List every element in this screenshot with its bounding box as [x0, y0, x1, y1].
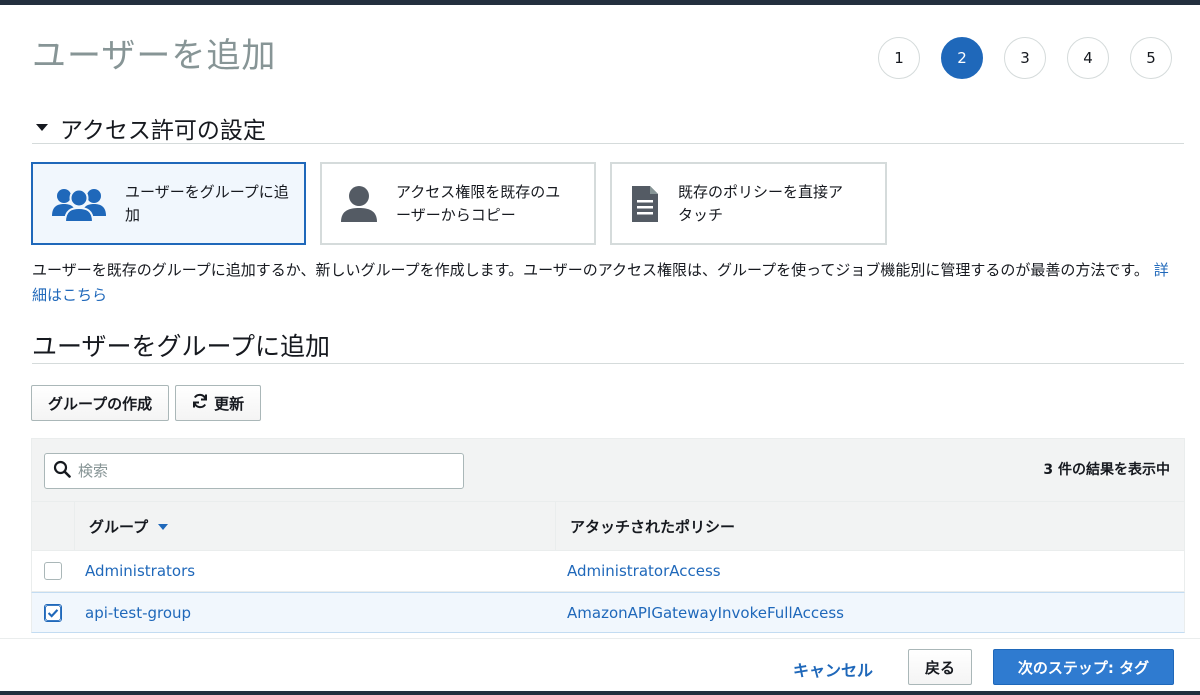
user-icon — [340, 184, 378, 224]
bottom-bar — [0, 691, 1200, 695]
back-button[interactable]: 戻る — [908, 649, 973, 685]
description-text: ユーザーを既存のグループに追加するか、新しいグループを作成します。ユーザーのアク… — [32, 261, 1149, 279]
column-header-policy[interactable]: アタッチされたポリシー — [555, 502, 1184, 550]
permissions-section-title: アクセス許可の設定 — [60, 117, 266, 144]
step-1[interactable]: 1 — [878, 37, 920, 79]
search-icon — [53, 460, 71, 482]
group-name-link[interactable]: Administrators — [74, 562, 555, 580]
option-copy-from-user[interactable]: アクセス権限を既存のユ ーザーからコピー — [320, 162, 596, 245]
permission-options: ユーザーをグループに追 加 アクセス権限を既存のユ ーザーからコピー 既存のポリ… — [31, 162, 887, 245]
option-label: ーザーからコピー — [396, 205, 516, 224]
option-attach-policy[interactable]: 既存のポリシーを直接ア タッチ — [610, 162, 887, 245]
permissions-section-header[interactable]: アクセス許可の設定 — [32, 112, 1184, 144]
search-input[interactable] — [76, 461, 456, 481]
step-3[interactable]: 3 — [1004, 37, 1046, 79]
wizard-stepper: 1 2 3 4 5 — [878, 37, 1172, 79]
sort-desc-icon[interactable] — [158, 524, 169, 530]
policy-link[interactable]: AdministratorAccess — [555, 562, 1184, 580]
table-row[interactable]: Administrators AdministratorAccess — [31, 551, 1185, 592]
search-box[interactable] — [44, 453, 464, 489]
cancel-button[interactable]: キャンセル — [793, 657, 873, 681]
option-label: 既存のポリシーを直接ア — [678, 182, 844, 201]
option-label: 加 — [125, 205, 141, 224]
next-step-button[interactable]: 次のステップ: タグ — [993, 649, 1174, 685]
permissions-description: ユーザーを既存のグループに追加するか、新しいグループを作成します。ユーザーのアク… — [32, 258, 1182, 308]
create-group-label: グループの作成 — [48, 394, 153, 413]
refresh-label: 更新 — [214, 394, 245, 413]
group-name-link[interactable]: api-test-group — [74, 604, 555, 622]
groups-toolbar: グループの作成 更新 — [31, 385, 262, 421]
table-header: グループ アタッチされたポリシー — [31, 502, 1185, 551]
page-title: ユーザーを追加 — [32, 36, 277, 76]
top-nav-bar — [0, 0, 1200, 5]
results-count: 3 件の結果を表示中 — [1043, 462, 1170, 478]
column-group-label: グループ — [89, 517, 149, 536]
refresh-icon — [192, 393, 208, 413]
groups-section-header: ユーザーをグループに追加 — [32, 326, 1184, 364]
option-add-to-group[interactable]: ユーザーをグループに追 加 — [31, 162, 306, 245]
step-2[interactable]: 2 — [941, 37, 983, 79]
step-5[interactable]: 5 — [1130, 37, 1172, 79]
option-label: タッチ — [678, 205, 724, 224]
refresh-button[interactable]: 更新 — [175, 385, 262, 421]
users-group-icon — [51, 184, 107, 224]
column-policy-label: アタッチされたポリシー — [570, 517, 736, 536]
wizard-footer: キャンセル 戻る 次のステップ: タグ — [0, 638, 1200, 691]
document-icon — [630, 184, 660, 224]
column-header-group[interactable]: グループ — [74, 502, 555, 550]
header-checkbox-cell — [32, 502, 74, 550]
option-label: ユーザーをグループに追 — [125, 182, 289, 201]
row-checkbox[interactable] — [44, 562, 62, 580]
step-4[interactable]: 4 — [1067, 37, 1109, 79]
groups-section-title: ユーザーをグループに追加 — [32, 331, 331, 361]
table-row[interactable]: api-test-group AmazonAPIGatewayInvokeFul… — [31, 592, 1185, 633]
groups-table: 3 件の結果を表示中 グループ アタッチされたポリシー Administrato… — [31, 438, 1185, 633]
row-checkbox[interactable] — [44, 603, 62, 622]
option-label: アクセス権限を既存のユ — [396, 182, 561, 201]
policy-link[interactable]: AmazonAPIGatewayInvokeFullAccess — [555, 604, 1184, 622]
caret-down-icon — [36, 124, 48, 131]
create-group-button[interactable]: グループの作成 — [31, 385, 170, 421]
table-filter-bar: 3 件の結果を表示中 — [31, 438, 1185, 502]
checkmark-icon — [45, 604, 61, 621]
